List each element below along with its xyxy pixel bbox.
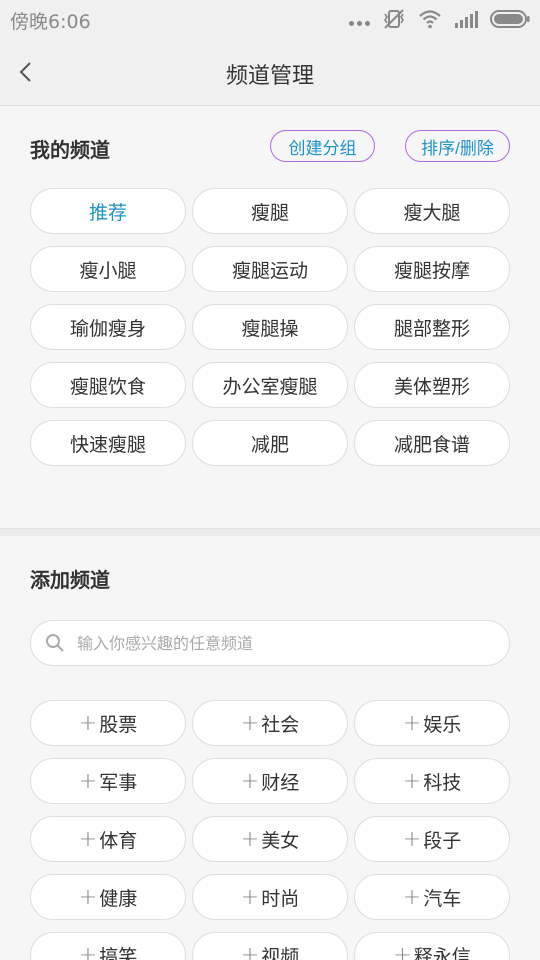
add-channel-label: 释永信 [413,945,471,960]
search-input[interactable] [77,633,477,653]
my-channel-chip[interactable]: 美体塑形 [354,362,510,408]
nav-bar: 频道管理 [0,38,540,106]
add-channel-chip[interactable]: + 娱乐 [354,700,510,746]
plus-icon: + [240,884,260,910]
add-channel-chip[interactable]: + 时尚 [192,874,348,920]
plus-icon: + [402,826,422,852]
my-channel-chip[interactable]: 瘦腿饮食 [30,362,186,408]
plus-icon: + [240,942,260,960]
wifi-icon [419,10,441,29]
my-channel-chip[interactable]: 减肥 [192,420,348,466]
vibrate-mute-icon [384,9,404,29]
create-group-button[interactable]: 创建分组 [270,130,375,162]
add-channel-chip[interactable]: + 视频 [192,932,348,960]
add-channel-chip[interactable]: + 美女 [192,816,348,862]
add-channel-chip[interactable]: + 社会 [192,700,348,746]
add-channel-label: 汽车 [423,887,462,910]
my-channels-section: 我的频道 创建分组 排序/删除 推荐 瘦腿 瘦大腿 瘦小腿 瘦腿运动 瘦腿按摩 瑜伽瘦身 瘦腿… [0,106,540,528]
add-channel-label: 科技 [423,771,462,794]
my-channel-chip[interactable]: 瘦腿运动 [192,246,348,292]
add-channels-grid: + 股票 + 社会 + 娱乐 + 军事 + 财经 + 科技 + 体育 + 美女 + 段子 + 健康 + 时尚 + 汽车 + 搞笑 +… [30,700,510,960]
plus-icon: + [402,884,422,910]
add-channel-chip[interactable]: + 体育 [30,816,186,862]
status-time: 傍晚6:06 [10,11,91,33]
add-channel-chip[interactable]: + 段子 [354,816,510,862]
my-channel-chip[interactable]: 腿部整形 [354,304,510,350]
add-channel-chip[interactable]: + 释永信 [354,932,510,960]
add-channel-label: 时尚 [261,887,300,910]
plus-icon: + [402,768,422,794]
add-channel-label: 搞笑 [99,945,138,960]
plus-icon: + [240,826,260,852]
plus-icon: + [78,710,98,736]
add-channel-label: 社会 [261,713,300,736]
my-channel-chip[interactable]: 减肥食谱 [354,420,510,466]
add-channel-label: 视频 [261,945,300,960]
sort-delete-button[interactable]: 排序/删除 [405,130,510,162]
add-channel-chip[interactable]: + 军事 [30,758,186,804]
add-channel-label: 娱乐 [423,713,462,736]
my-channel-chip[interactable]: 瘦腿按摩 [354,246,510,292]
add-channel-label: 美女 [261,829,300,852]
plus-icon: + [78,768,98,794]
add-channels-title: 添加频道 [30,568,110,592]
more-dots-icon [349,12,370,26]
add-channel-chip[interactable]: + 股票 [30,700,186,746]
my-channel-chip[interactable]: 瑜伽瘦身 [30,304,186,350]
my-channel-chip[interactable]: 瘦腿操 [192,304,348,350]
plus-icon: + [240,768,260,794]
add-channel-label: 股票 [99,713,138,736]
my-channel-chip[interactable]: 推荐 [30,188,186,234]
page-title: 频道管理 [225,64,314,89]
section-divider [0,528,540,536]
my-channel-chip[interactable]: 办公室瘦腿 [192,362,348,408]
status-icons [349,8,530,30]
my-channels-title: 我的频道 [30,138,110,162]
add-channel-label: 段子 [423,829,462,852]
search-box [30,620,510,666]
plus-icon: + [78,884,98,910]
search-icon [46,634,64,652]
plus-icon: + [240,710,260,736]
add-channel-label: 财经 [261,771,300,794]
add-channel-chip[interactable]: + 健康 [30,874,186,920]
signal-icon [455,11,478,28]
add-channel-chip[interactable]: + 搞笑 [30,932,186,960]
add-channel-chip[interactable]: + 科技 [354,758,510,804]
my-channel-chip[interactable]: 瘦小腿 [30,246,186,292]
plus-icon: + [78,942,98,960]
add-channel-label: 健康 [99,887,138,910]
add-channel-label: 体育 [99,829,138,852]
add-channel-chip[interactable]: + 财经 [192,758,348,804]
add-channels-section: 添加频道 +股票+社会+娱乐+军事+财经+科技+体育+美女+段子+健康+时尚+汽… [0,536,540,960]
status-bar: 傍晚6:06 [0,0,540,38]
my-channel-chip[interactable]: 瘦腿 [192,188,348,234]
my-channel-chip[interactable]: 瘦大腿 [354,188,510,234]
plus-icon: + [78,826,98,852]
plus-icon: + [402,710,422,736]
add-channel-label: 军事 [99,771,138,794]
plus-icon: + [393,942,412,960]
my-channels-grid: 推荐 瘦腿 瘦大腿瘦小腿 瘦腿运动 瘦腿按摩瑜伽瘦身 瘦腿操 腿部整形瘦腿饮食 办公室瘦腿 美体… [30,188,510,466]
my-channel-chip[interactable]: 快速瘦腿 [30,420,186,466]
add-channel-chip[interactable]: + 汽车 [354,874,510,920]
battery-icon [490,10,530,28]
